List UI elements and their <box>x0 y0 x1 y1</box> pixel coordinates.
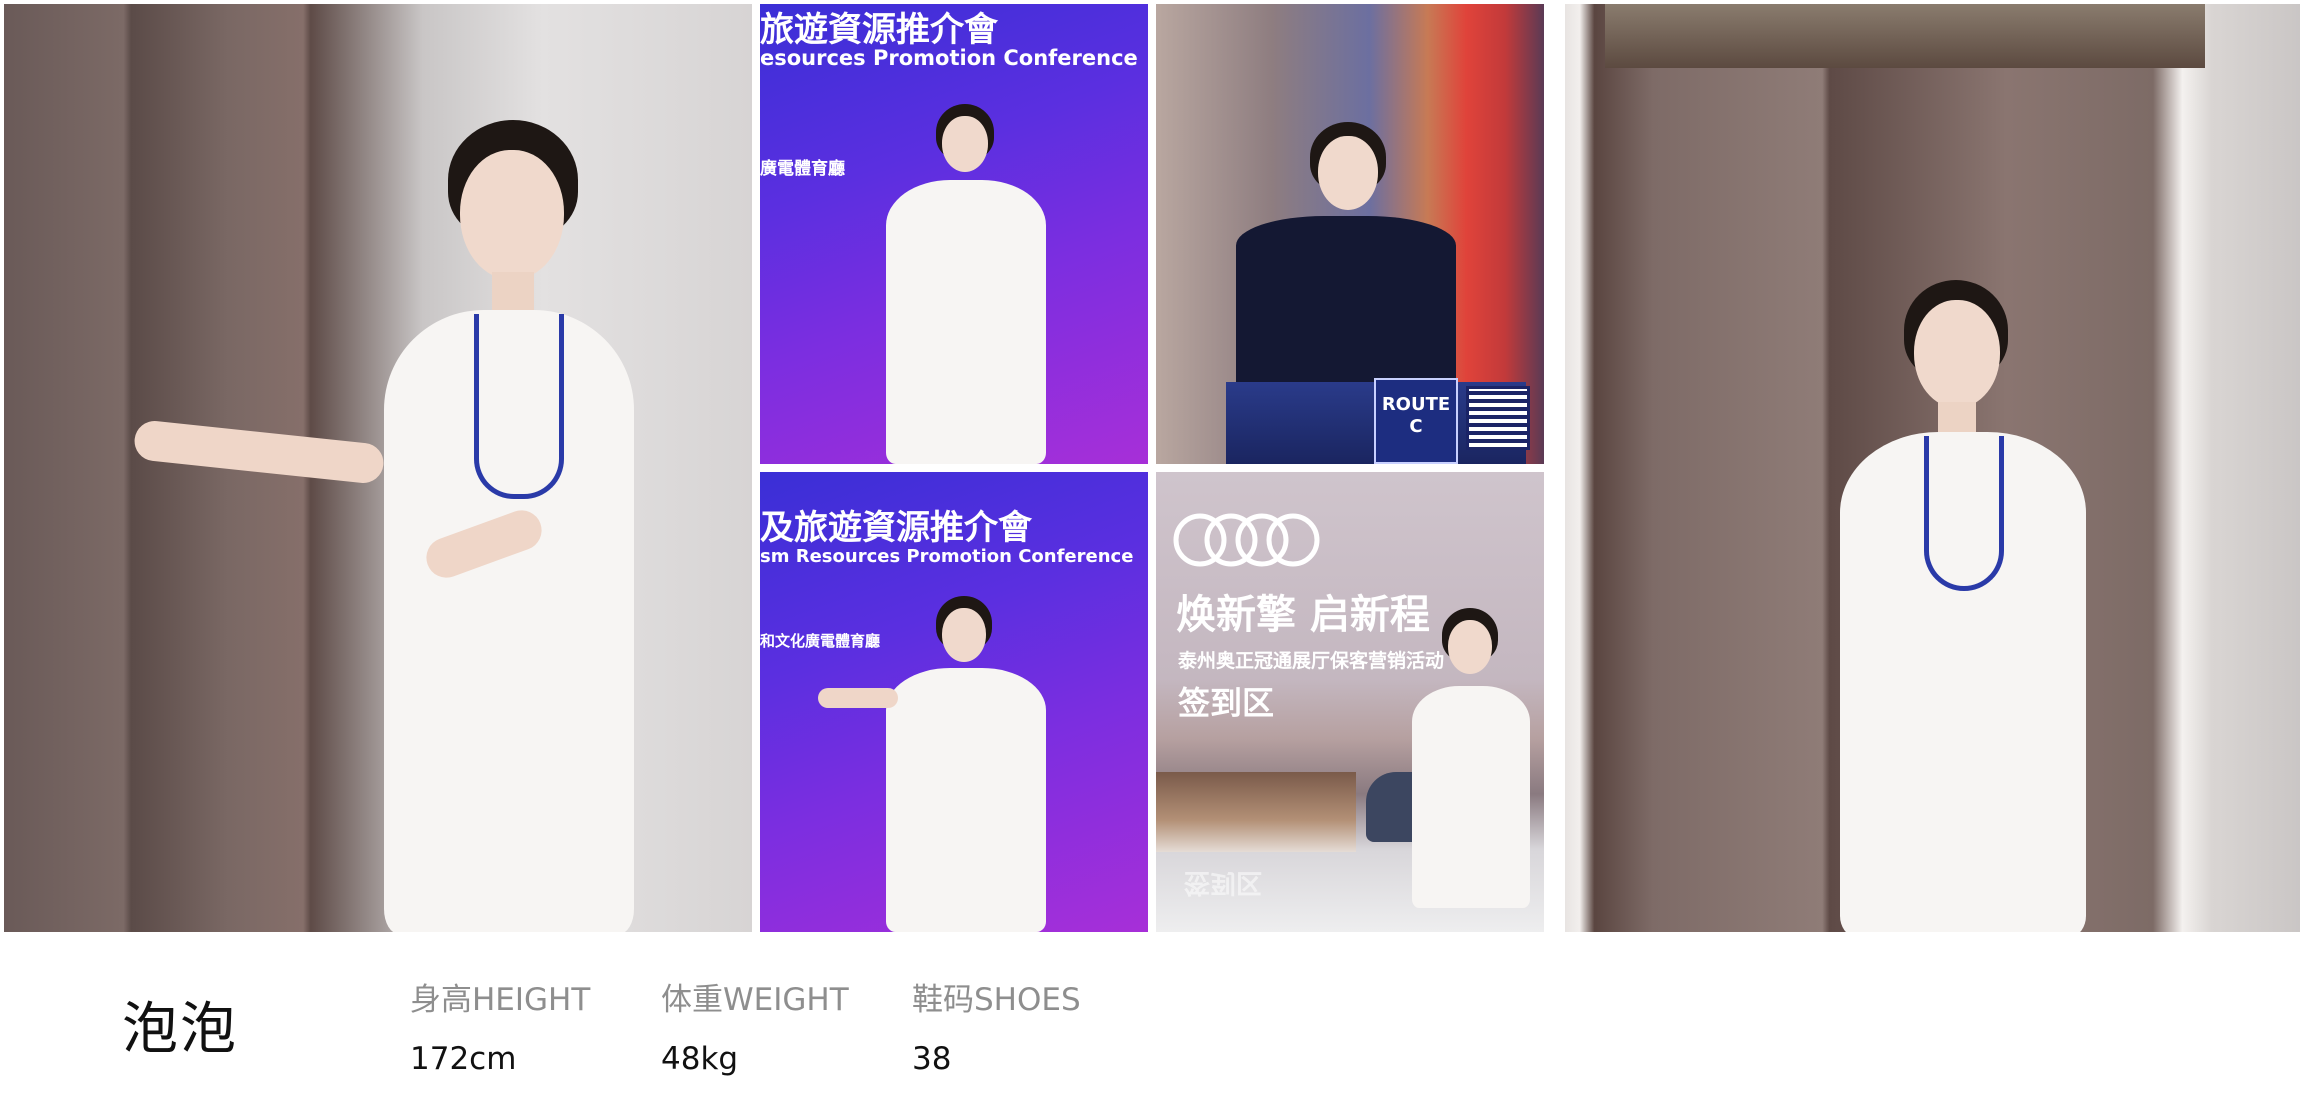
stat-label: 体重WEIGHT <box>661 982 849 1018</box>
banner-subtitle: sm Resources Promotion Conference <box>760 546 1134 567</box>
stat-value: 48kg <box>661 1041 739 1077</box>
photo-stage-top: 旅遊資源推介會 esources Promotion Conference 廣電… <box>760 4 1148 464</box>
poster-title: 焕新擎 启新程 <box>1176 592 1430 638</box>
banner-organizer-text: 廣電體育廳 <box>760 159 845 179</box>
stat-height: 身高HEIGHT 172cm <box>410 974 590 1077</box>
stat-weight: 体重WEIGHT 48kg <box>661 974 849 1077</box>
audi-rings-logo <box>1173 513 1320 567</box>
model-figure <box>1820 276 2110 932</box>
poster-town-scene <box>1156 772 1356 852</box>
model-figure <box>870 100 1060 464</box>
model-info-bar: 泡泡 身高HEIGHT 172cm 体重WEIGHT 48kg 鞋码SHOES … <box>0 936 2304 1116</box>
stat-value: 172cm <box>410 1041 517 1077</box>
photo-audi-checkin: 焕新擎 启新程 泰州奥正冠通展厅保客营销活动 签到区 签到区 <box>1156 472 1544 932</box>
stat-shoes: 鞋码SHOES 38 <box>912 974 1081 1077</box>
photo-stage-bottom: 及旅遊資源推介會 sm Resources Promotion Conferen… <box>760 472 1148 932</box>
poster-area-label: 签到区 <box>1178 684 1275 722</box>
model-figure <box>818 592 1060 932</box>
banner-title: 旅遊資源推介會 <box>760 10 998 50</box>
qr-code-icon <box>1466 386 1530 450</box>
stat-value: 38 <box>912 1041 952 1077</box>
stat-label: 身高HEIGHT <box>410 982 591 1018</box>
model-name: 泡泡 <box>122 997 238 1062</box>
route-sign: ROUTE C <box>1374 378 1458 464</box>
stat-label: 鞋码SHOES <box>912 982 1081 1018</box>
model-figure <box>1406 608 1536 908</box>
banner-title: 及旅遊資源推介會 <box>760 508 1032 548</box>
poster-area-reflection: 签到区 <box>1184 867 1263 897</box>
photo-elevator-hall-right <box>1565 4 2300 932</box>
photo-elevator-hall-left <box>4 4 752 932</box>
poster-subtitle: 泰州奥正冠通展厅保客营销活动 <box>1178 650 1445 672</box>
ceiling-band <box>1605 4 2205 68</box>
model-figure <box>132 114 684 932</box>
banner-organizer-text: 和文化廣電體育廳 <box>760 632 881 650</box>
photo-booth: ROUTE C <box>1156 4 1544 464</box>
banner-subtitle: esources Promotion Conference <box>760 46 1138 70</box>
model-figure <box>1236 120 1456 400</box>
photo-collage: 旅遊資源推介會 esources Promotion Conference 廣電… <box>0 0 2304 936</box>
